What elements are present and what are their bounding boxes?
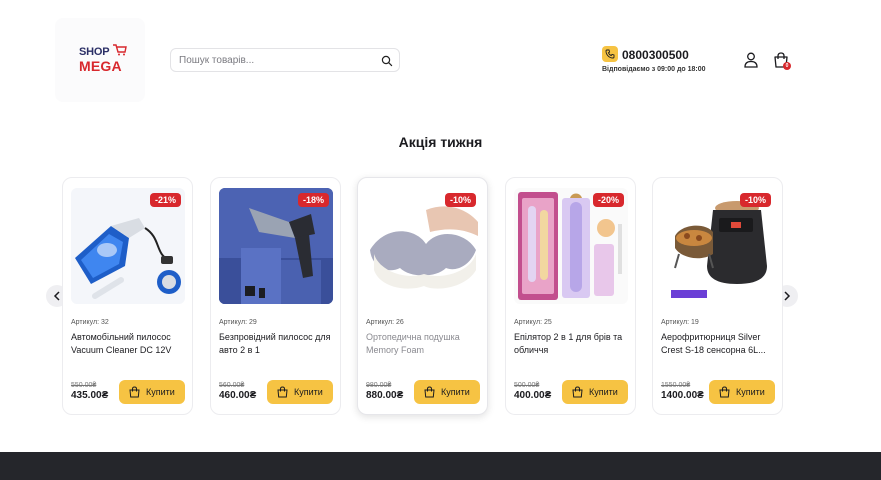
discount-badge: -10% xyxy=(739,193,771,207)
product-article: Артикул: 29 xyxy=(219,319,257,326)
product-image-cordless-vacuum[interactable]: -18% xyxy=(219,188,333,304)
product-name[interactable]: Епілятор 2 в 1 для брів та обличчя xyxy=(514,331,632,357)
search-icon[interactable] xyxy=(381,55,393,67)
product-name[interactable]: Безпровідний пилосос для авто 2 в 1 xyxy=(219,331,337,357)
buy-button-label: Купити xyxy=(589,387,618,397)
search-box xyxy=(170,48,400,72)
cart-count-badge: 0 xyxy=(783,62,791,70)
buy-button[interactable]: Купити xyxy=(414,380,480,404)
buy-button-label: Купити xyxy=(294,387,323,397)
price: 400.00₴ xyxy=(514,390,552,401)
bag-icon xyxy=(719,386,730,398)
discount-badge: -18% xyxy=(297,193,329,207)
product-name[interactable]: Аерофритюрниця Silver Crest S-18 сенсорн… xyxy=(661,331,779,357)
logo-text-bottom: MEGA xyxy=(79,58,122,74)
product-card[interactable]: -18% Артикул: 29 Безпровідний пилосос дл… xyxy=(210,177,341,415)
discount-badge: -10% xyxy=(444,193,476,207)
price: 880.00₴ xyxy=(366,390,404,401)
buy-button[interactable]: Купити xyxy=(119,380,185,404)
old-price: 550.00₴ xyxy=(71,382,97,389)
buy-button-label: Купити xyxy=(736,387,765,397)
old-price: 500.00₴ xyxy=(514,382,540,389)
product-article: Артикул: 25 xyxy=(514,319,552,326)
product-card[interactable]: -20% Артикул: 25 Епілятор 2 в 1 для брів… xyxy=(505,177,636,415)
product-article: Артикул: 26 xyxy=(366,319,404,326)
product-card[interactable]: -10% Артикул: 26 Ортопедична подушка Mem… xyxy=(357,177,488,415)
search-input[interactable] xyxy=(179,52,374,68)
old-price: 1550.00₴ xyxy=(661,382,691,389)
working-hours: Відповідаємо з 09:00 до 18:00 xyxy=(602,66,706,73)
logo[interactable]: SHOP MEGA xyxy=(55,18,145,102)
product-article: Артикул: 32 xyxy=(71,319,109,326)
site-header: SHOP MEGA 0800300500 Відповідаємо з 09:0… xyxy=(0,0,881,102)
product-image-pillow[interactable]: -10% xyxy=(366,188,480,304)
old-price: 560.00₴ xyxy=(219,382,245,389)
product-card[interactable]: -21% Артикул: 32 Автомобільний пилосос V… xyxy=(62,177,193,415)
chevron-right-icon xyxy=(784,291,791,301)
phone-number[interactable]: 0800300500 xyxy=(622,48,689,62)
buy-button-label: Купити xyxy=(146,387,175,397)
product-image-car-vacuum[interactable]: -21% xyxy=(71,188,185,304)
bag-icon xyxy=(277,386,288,398)
product-card[interactable]: -10% Артикул: 19 Аерофритюрниця Silver C… xyxy=(652,177,783,415)
buy-button-label: Купити xyxy=(441,387,470,397)
price: 435.00₴ xyxy=(71,390,109,401)
product-name[interactable]: Автомобільний пилосос Vacuum Cleaner DC … xyxy=(71,331,189,357)
footer xyxy=(0,452,881,480)
product-article: Артикул: 19 xyxy=(661,319,699,326)
product-name[interactable]: Ортопедична подушка Memory Foam xyxy=(366,331,484,357)
section-title: Акція тижня xyxy=(398,134,483,150)
bag-icon xyxy=(572,386,583,398)
discount-badge: -21% xyxy=(149,193,181,207)
product-image-epilator[interactable]: -20% xyxy=(514,188,628,304)
price: 460.00₴ xyxy=(219,390,257,401)
product-carousel: -21% Артикул: 32 Автомобільний пилосос V… xyxy=(62,177,784,415)
old-price: 980.00₴ xyxy=(366,382,392,389)
buy-button[interactable]: Купити xyxy=(267,380,333,404)
chevron-left-icon xyxy=(53,291,60,301)
bag-icon xyxy=(424,386,435,398)
logo-cart-icon xyxy=(113,44,127,56)
price: 1400.00₴ xyxy=(661,390,704,401)
product-image-air-fryer[interactable]: -10% xyxy=(661,188,775,304)
buy-button[interactable]: Купити xyxy=(562,380,628,404)
discount-badge: -20% xyxy=(592,193,624,207)
logo-text-top: SHOP xyxy=(79,46,110,58)
user-icon[interactable] xyxy=(744,52,758,68)
buy-button[interactable]: Купити xyxy=(709,380,775,404)
bag-icon xyxy=(129,386,140,398)
phone-icon xyxy=(602,46,618,62)
